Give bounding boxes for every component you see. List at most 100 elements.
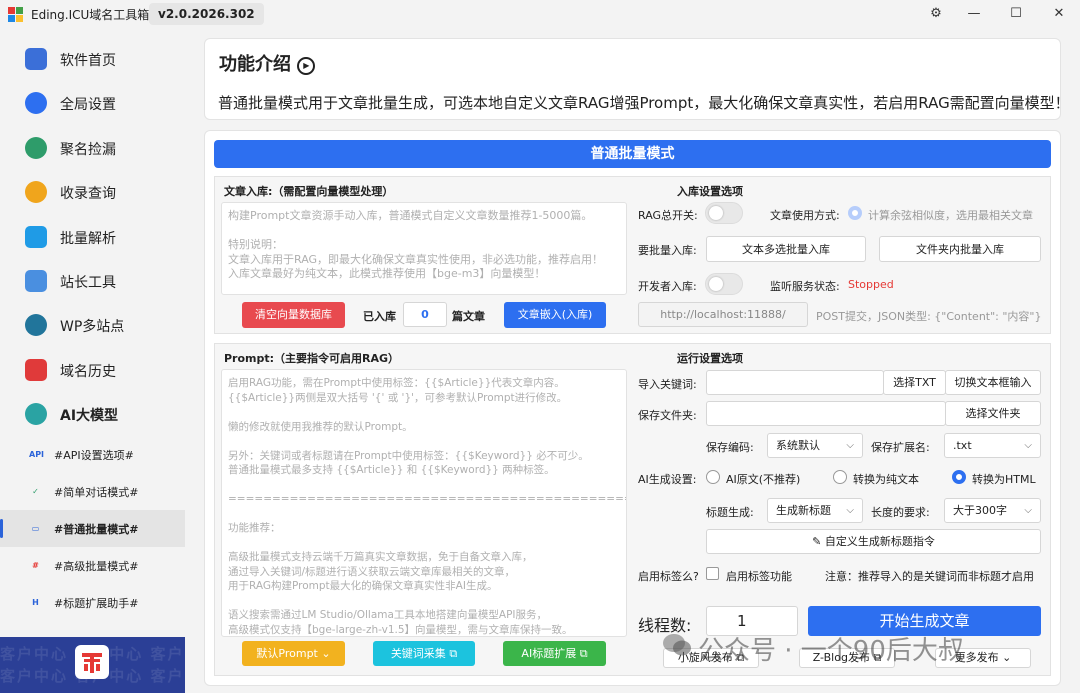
extension-label: 保存扩展名: xyxy=(871,441,930,454)
sidebar-item-label: 软件首页 xyxy=(60,53,116,69)
encoding-label: 保存编码: xyxy=(706,441,754,454)
encoding-select[interactable]: 系统默认 ⌵ xyxy=(767,433,863,458)
dev-import-toggle[interactable] xyxy=(705,273,743,295)
external-link-icon: ⧉ xyxy=(449,647,458,660)
post-hint: POST提交，JSON类型: {"Content": "内容"} xyxy=(816,310,1042,323)
sidebar-subitem-label: #标题扩展助手# xyxy=(54,597,139,610)
ai-raw-label: AI原文(不推荐) xyxy=(726,473,801,486)
extension-select[interactable]: .txt ⌵ xyxy=(944,433,1041,458)
keyword-file-input[interactable] xyxy=(706,370,884,395)
title-gen-select[interactable]: 生成新标题 ⌵ xyxy=(767,498,863,523)
tag-enable-label: 启用标签么? xyxy=(638,570,699,583)
sidebar-subitem-1[interactable]: ✓ #简单对话模式# xyxy=(0,473,185,510)
keyword-import-label: 导入关键词: xyxy=(638,378,697,391)
toolbox-icon xyxy=(25,270,47,292)
sidebar-subitem-3[interactable]: # #高级批量模式# xyxy=(0,547,185,584)
sidebar-item-8[interactable]: AI大模型 xyxy=(0,392,185,436)
keyword-collect-button[interactable]: 关键词采集 ⧉ xyxy=(373,641,475,666)
usage-radio[interactable] xyxy=(848,206,862,220)
tag-note: 注意：推荐导入的是关键词而非标题才启用 xyxy=(825,570,1034,583)
tag-enable-checkbox-label: 启用标签功能 xyxy=(726,570,792,583)
store-options-title: 入库设置选项 xyxy=(677,185,743,198)
custom-title-prompt-button[interactable]: ✎ 自定义生成新标题指令 xyxy=(706,529,1041,554)
multi-select-import-button[interactable]: 文本多选批量入库 xyxy=(706,236,866,262)
choose-txt-button[interactable]: 选择TXT xyxy=(883,370,946,395)
embed-articles-button[interactable]: 文章嵌入(入库) xyxy=(504,302,606,328)
subitem-icon: API xyxy=(29,450,45,459)
sidebar-subitem-label: #API设置选项# xyxy=(54,449,134,462)
prompt-section-title: Prompt:（主要指令可启用RAG） xyxy=(224,352,400,365)
tag-enable-checkbox[interactable] xyxy=(706,567,719,580)
sidebar-banner[interactable]: 客户中心 客户中心 客户中心 客户中心 客户中心 客户中心 客户中心 客户中心 xyxy=(0,637,185,693)
sidebar-item-label: 收录查询 xyxy=(60,186,116,203)
settings-icon[interactable]: ⚙ xyxy=(924,4,948,24)
sidebar-subitem-2[interactable]: ▭ #普通批量模式# xyxy=(0,510,185,547)
usage-value: 计算余弦相似度，选用最相关文章 xyxy=(868,209,1033,222)
chevron-down-icon: ⌵ xyxy=(846,505,854,516)
subitem-icon: # xyxy=(32,561,39,570)
save-folder-input[interactable] xyxy=(706,401,946,426)
play-circle-icon[interactable]: ▶ xyxy=(297,57,316,75)
landscape-icon xyxy=(25,136,47,159)
magnifier-icon xyxy=(25,181,47,204)
sidebar-subitem-4[interactable]: H #标题扩展助手# xyxy=(0,584,185,621)
batch-label: 要批量入库: xyxy=(638,244,697,257)
clear-vector-db-button[interactable]: 清空向量数据库 xyxy=(242,302,345,328)
ai-raw-radio[interactable] xyxy=(706,470,720,484)
subitem-icon: H xyxy=(32,598,39,607)
sidebar-item-1[interactable]: 全局设置 xyxy=(0,81,185,125)
run-options-title: 运行设置选项 xyxy=(677,352,743,365)
external-link-icon: ⧉ xyxy=(579,647,588,660)
version-badge: v2.0.2026.302 xyxy=(149,3,264,25)
cursor-icon xyxy=(25,225,47,248)
sidebar-subitem-label: #高级批量模式# xyxy=(54,560,139,573)
chevron-down-icon: ⌵ xyxy=(1024,440,1032,451)
sidebar-item-label: 站长工具 xyxy=(60,275,116,291)
plain-text-radio[interactable] xyxy=(833,470,847,484)
default-prompt-button[interactable]: 默认Prompt ⌄ xyxy=(242,641,345,666)
sidebar: 软件首页全局设置聚名捡漏收录查询批量解析站长工具 WP多站点域名历史 AI大模型 A… xyxy=(0,28,185,693)
sidebar-subitem-label: #普通批量模式# xyxy=(54,523,139,536)
minimize-button[interactable]: — xyxy=(962,4,986,24)
close-button[interactable]: ✕ xyxy=(1047,4,1071,24)
brand-logo-icon[interactable] xyxy=(75,645,109,679)
html-label: 转换为HTML xyxy=(972,473,1036,486)
plain-text-label: 转换为纯文本 xyxy=(853,473,919,486)
edit-icon: ✎ xyxy=(812,535,822,548)
sidebar-subitem-0[interactable]: API #API设置选项# xyxy=(0,436,185,473)
rag-toggle[interactable] xyxy=(705,202,743,224)
sidebar-item-7[interactable]: 域名历史 xyxy=(0,348,185,392)
rag-switch-label: RAG总开关: xyxy=(638,209,698,222)
sidebar-item-label: 聚名捡漏 xyxy=(60,141,116,158)
dev-import-label: 开发者入库: xyxy=(638,280,697,293)
wechat-icon xyxy=(662,632,692,658)
sidebar-item-5[interactable]: 站长工具 xyxy=(0,259,185,303)
sidebar-item-label: 域名历史 xyxy=(60,363,116,380)
html-radio[interactable] xyxy=(952,470,966,484)
length-select[interactable]: 大于300字 ⌵ xyxy=(944,498,1041,523)
listen-status-label: 监听服务状态: xyxy=(770,280,840,293)
listen-url-field[interactable]: http://localhost:11888/ xyxy=(638,302,808,327)
usage-label: 文章使用方式: xyxy=(770,209,840,222)
sidebar-item-label: AI大模型 xyxy=(60,408,119,425)
ai-title-extend-button[interactable]: AI标题扩展 ⧉ xyxy=(503,641,606,666)
sidebar-item-2[interactable]: 聚名捡漏 xyxy=(0,126,185,170)
sidebar-item-6[interactable]: WP多站点 xyxy=(0,303,185,347)
home-icon xyxy=(25,48,47,70)
sidebar-item-4[interactable]: 批量解析 xyxy=(0,215,185,259)
chevron-down-icon: ⌄ xyxy=(1002,651,1012,664)
sidebar-item-0[interactable]: 软件首页 xyxy=(0,37,185,81)
choose-folder-button[interactable]: 选择文件夹 xyxy=(945,401,1041,426)
prompt-textarea[interactable]: 启用RAG功能，需在Prompt中使用标签：{{$Article}}代表文章内容… xyxy=(221,369,627,637)
switch-textbox-button[interactable]: 切换文本框输入 xyxy=(945,370,1041,395)
sidebar-item-3[interactable]: 收录查询 xyxy=(0,170,185,214)
wordpress-icon xyxy=(25,314,47,337)
gear-icon xyxy=(25,92,47,115)
stored-count: 0 xyxy=(403,302,447,327)
folder-import-button[interactable]: 文件夹内批量入库 xyxy=(879,236,1041,262)
maximize-button[interactable]: ☐ xyxy=(1004,4,1028,24)
article-textarea[interactable]: 构建Prompt文章资源手动入库，普通模式自定义文章数量推荐1-5000篇。 特… xyxy=(221,202,627,295)
overlay-watermark: 公众号 · 一个90后大叔 xyxy=(698,636,964,666)
sidebar-item-label: WP多站点 xyxy=(60,319,125,336)
app-title: Eding.ICU域名工具箱 xyxy=(31,8,150,22)
